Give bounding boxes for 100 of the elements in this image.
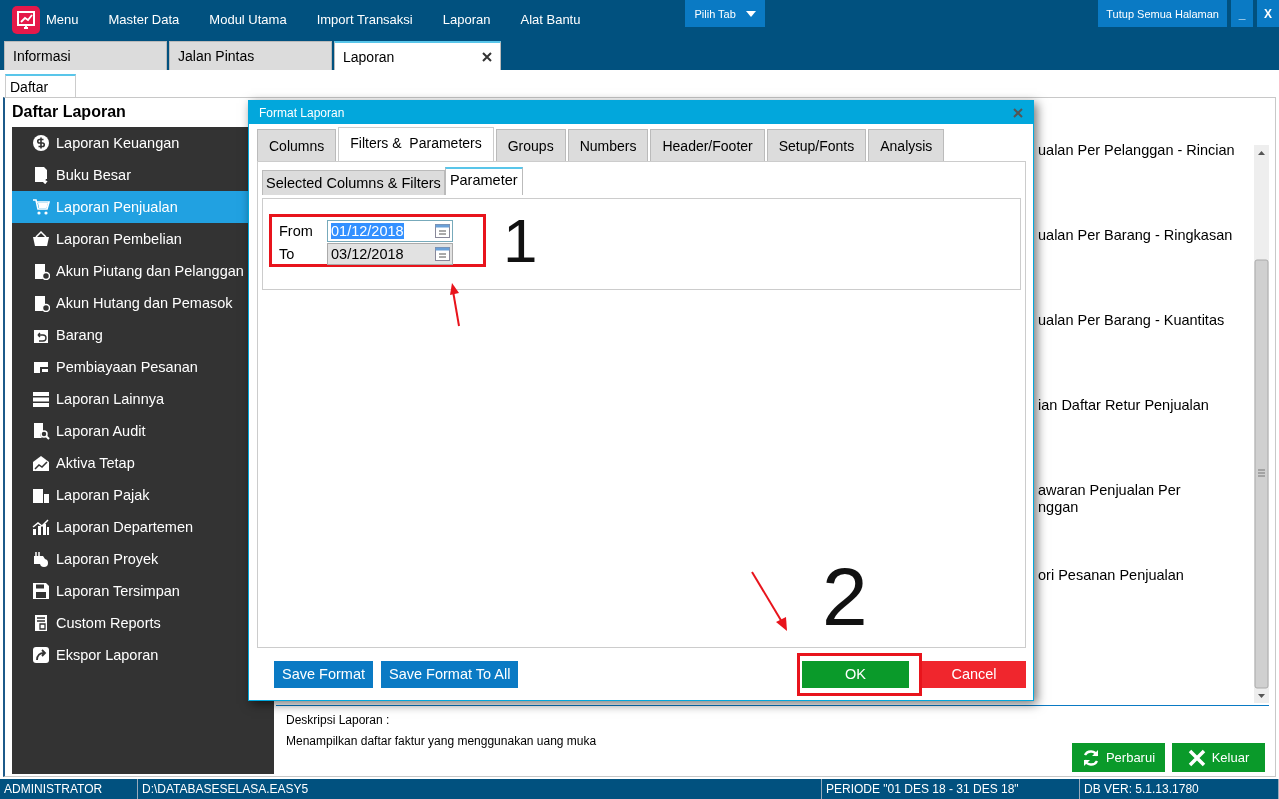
sidebar-item-label: Custom Reports xyxy=(56,615,161,631)
sidebar-item-label: Akun Piutang dan Pelanggan xyxy=(56,263,244,279)
sidebar-item[interactable]: Laporan Pajak xyxy=(12,479,248,511)
bar-chart-icon xyxy=(32,518,50,536)
sidebar-item-label: Buku Besar xyxy=(56,167,131,183)
clipboard-icon xyxy=(32,294,50,312)
dialog-tab[interactable]: Analysis xyxy=(868,129,945,161)
close-icon[interactable] xyxy=(482,51,492,62)
sidebar-item-label: Laporan Departemen xyxy=(56,519,194,535)
sidebar-item[interactable]: Barang xyxy=(12,319,248,351)
report-item[interactable]: ualan Per Barang - Kuantitas xyxy=(1038,312,1225,329)
caret-icon xyxy=(746,10,757,17)
tab-picker-dropdown[interactable]: Pilih Tab xyxy=(685,0,766,27)
minimize-button[interactable]: _ xyxy=(1231,0,1253,27)
field-label: From xyxy=(279,223,314,239)
menu-item[interactable]: Alat Bantu xyxy=(520,0,581,27)
ok-button[interactable]: OK xyxy=(802,660,909,688)
refresh-icon xyxy=(1081,748,1100,767)
sidebar-item-label: Laporan Tersimpan xyxy=(56,583,180,599)
dialog-tab[interactable]: Numbers xyxy=(567,129,649,161)
sidebar-item-label: Laporan Keuangan xyxy=(56,135,180,151)
sidebar-item-label: Ekspor Laporan xyxy=(56,647,159,663)
building-icon xyxy=(32,486,50,504)
report-item[interactable]: ori Pesanan Penjualan xyxy=(1038,567,1184,584)
page-tab[interactable]: Informasi xyxy=(4,41,167,70)
calendar-icon[interactable] xyxy=(435,247,450,261)
dialog-title: Format Laporan xyxy=(259,105,345,120)
save-icon xyxy=(32,582,50,600)
handwritten-number: 2 xyxy=(822,556,868,638)
sidebar-item-label: Laporan Penjualan xyxy=(56,199,178,215)
sidebar-item[interactable]: Buku Besar xyxy=(12,159,248,191)
sub-tab[interactable]: Daftar xyxy=(5,74,76,97)
date-field[interactable]: 03/12/2018 xyxy=(327,243,453,265)
handwritten-number: 1 xyxy=(503,210,538,272)
refresh-button[interactable]: Perbarui xyxy=(1072,743,1165,772)
field-label: To xyxy=(279,246,296,262)
sidebar-item-label: Laporan Pajak xyxy=(56,487,150,503)
sidebar-item[interactable]: Laporan Departemen xyxy=(12,511,248,543)
sidebar-item-label: Akun Hutang dan Pemasok xyxy=(56,295,233,311)
document-icon xyxy=(32,166,50,184)
sidebar-item[interactable]: Laporan Pembelian xyxy=(12,223,248,255)
sidebar-item[interactable]: Custom Reports xyxy=(12,607,248,639)
close-icon xyxy=(1187,748,1206,767)
sidebar-item[interactable]: Laporan Audit xyxy=(12,415,248,447)
sidebar-item-label: Laporan Proyek xyxy=(56,551,159,567)
sidebar-item[interactable]: Pembiayaan Pesanan xyxy=(12,351,248,383)
close-button[interactable]: X xyxy=(1257,0,1279,27)
dialog-tab[interactable]: Columns xyxy=(257,129,337,161)
sidebar-item[interactable]: Laporan Lainnya xyxy=(12,383,248,415)
report-item[interactable]: awaran Penjualan Per nggan xyxy=(1038,482,1181,516)
sidebar-item-label: Laporan Lainnya xyxy=(56,391,165,407)
report-item[interactable]: ualan Per Pelanggan - Rincian xyxy=(1038,142,1235,159)
report-icon xyxy=(32,614,50,632)
clipboard-icon xyxy=(32,262,50,280)
sidebar-item[interactable]: Laporan Keuangan xyxy=(12,127,248,159)
list-icon xyxy=(32,390,50,408)
arrow xyxy=(449,283,463,327)
sidebar-item-label: Aktiva Tetap xyxy=(56,455,135,471)
menu-item[interactable]: Menu xyxy=(46,0,79,27)
arrow xyxy=(750,570,790,632)
sidebar-item[interactable]: Laporan Tersimpan xyxy=(12,575,248,607)
document-search-icon xyxy=(32,422,50,440)
menu-item[interactable]: Import Transaksi xyxy=(316,0,413,27)
sidebar-item-label: Barang xyxy=(56,327,103,343)
description-label: Deskripsi Laporan : xyxy=(286,713,391,727)
sidebar-item[interactable]: Aktiva Tetap xyxy=(12,447,248,479)
dialog-tab[interactable]: Header/Footer xyxy=(650,129,765,161)
basket-icon xyxy=(32,230,50,248)
dialog-tab[interactable]: Setup/Fonts xyxy=(766,129,867,161)
page-tab[interactable]: Jalan Pintas xyxy=(169,41,332,70)
report-item[interactable]: ualan Per Barang - Ringkasan xyxy=(1038,227,1233,244)
report-item[interactable]: ian Daftar Retur Penjualan xyxy=(1038,397,1209,414)
save-format-button[interactable]: Save Format To All xyxy=(381,660,519,688)
menu-item[interactable]: Modul Utama xyxy=(209,0,287,27)
menu-item[interactable]: Laporan xyxy=(442,0,491,27)
sidebar-item[interactable]: Laporan Proyek xyxy=(12,543,248,575)
sidebar-item[interactable]: Ekspor Laporan xyxy=(12,639,248,671)
dollar-icon xyxy=(32,134,50,152)
close-all-button[interactable]: Tutup Semua Halaman xyxy=(1098,0,1227,27)
status-field: ADMINISTRATOR xyxy=(0,779,138,799)
sidebar-item-label: Pembiayaan Pesanan xyxy=(56,359,198,375)
sidebar-item-label: Laporan Pembelian xyxy=(56,231,182,247)
cancel-button[interactable]: Cancel xyxy=(922,660,1026,688)
sidebar-item-label: Laporan Audit xyxy=(56,423,146,439)
dialog-sub-tab[interactable]: Selected Columns & Filters xyxy=(262,170,445,195)
app-logo-icon[interactable] xyxy=(12,6,40,34)
exit-button[interactable]: Keluar xyxy=(1172,743,1265,772)
dialog-sub-tab[interactable]: Parameter xyxy=(444,167,523,195)
description-text: Menampilkan daftar faktur yang menggunakan uang muka xyxy=(286,734,598,748)
house-chart-icon xyxy=(32,454,50,472)
calendar-icon[interactable] xyxy=(435,224,450,238)
menu-item[interactable]: Master Data xyxy=(108,0,180,27)
dialog-tab[interactable]: Groups xyxy=(495,129,566,161)
page-tab[interactable]: Laporan xyxy=(334,41,501,70)
sidebar-item[interactable]: Akun Piutang dan Pelanggan xyxy=(12,255,248,287)
save-format-button[interactable]: Save Format xyxy=(274,660,373,688)
sidebar-item[interactable]: Akun Hutang dan Pemasok xyxy=(12,287,248,319)
dialog-tab[interactable]: Filters & Parameters xyxy=(338,127,494,161)
status-field: D:\DATABASESELASA.EASY5 xyxy=(138,779,822,799)
status-field: PERIODE "01 DES 18 - 31 DES 18" xyxy=(822,779,1080,799)
